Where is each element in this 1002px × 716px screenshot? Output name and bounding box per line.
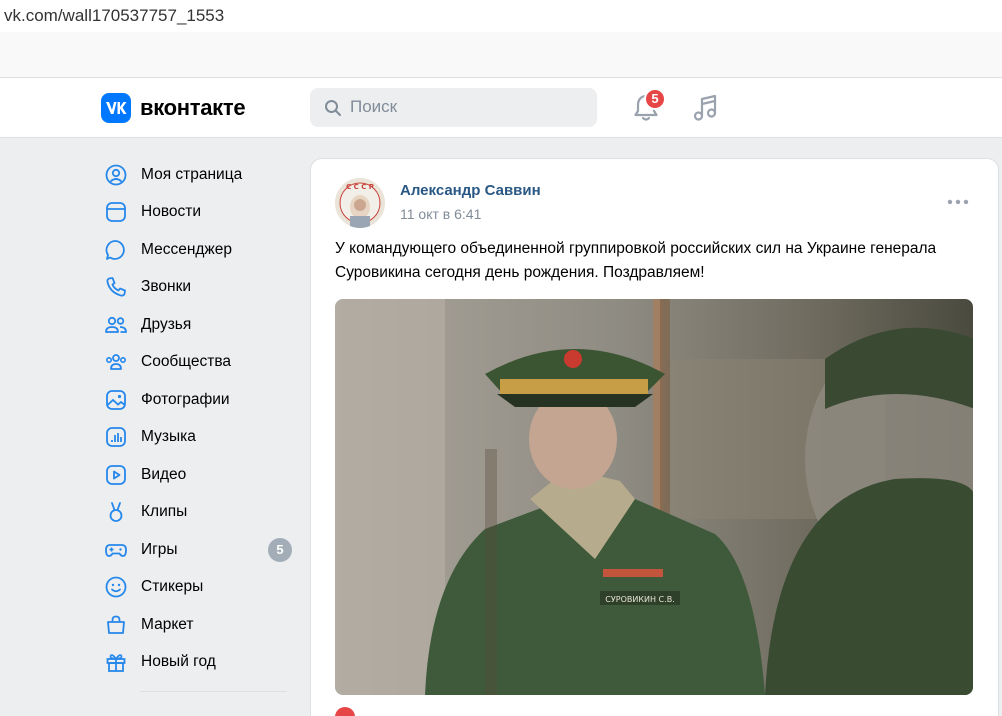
browser-toolbar-strip bbox=[0, 32, 1002, 78]
sidebar-item-label: Клипы bbox=[141, 503, 188, 521]
sidebar-item-market[interactable]: Маркет bbox=[100, 606, 290, 644]
browser-address-bar[interactable]: vk.com/wall170537757_1553 bbox=[0, 0, 1002, 32]
sidebar-item-label: Друзья bbox=[141, 315, 192, 333]
sidebar-item-news[interactable]: Новости bbox=[100, 194, 290, 232]
sidebar-item-label: Стикеры bbox=[141, 578, 204, 596]
gamepad-icon bbox=[105, 543, 127, 557]
notifications-badge: 5 bbox=[644, 88, 666, 110]
sidebar-item-label: Сообщества bbox=[141, 353, 232, 371]
sidebar-item-messenger[interactable]: Мессенджер bbox=[100, 231, 290, 269]
sidebar-item-label: Музыка bbox=[141, 428, 196, 446]
communities-icon bbox=[105, 354, 126, 371]
post-text: У командующего объединенной группировкой… bbox=[335, 240, 937, 281]
vk-logo[interactable]: вконтакте bbox=[101, 93, 246, 123]
sidebar-item-communities[interactable]: Сообщества bbox=[100, 344, 290, 382]
logo-text: вконтакте bbox=[140, 95, 246, 120]
sidebar-item-music[interactable]: Музыка bbox=[100, 419, 290, 457]
video-icon bbox=[106, 464, 126, 485]
more-options-icon[interactable] bbox=[945, 197, 971, 207]
sidebar-item-photos[interactable]: Фотографии bbox=[100, 381, 290, 419]
top-header: вконтакте 5 bbox=[0, 78, 1002, 138]
news-icon bbox=[106, 202, 126, 223]
sidebar-item-games[interactable]: Игры 5 bbox=[100, 531, 292, 569]
sidebar-divider bbox=[140, 691, 287, 692]
sidebar-item-video[interactable]: Видео bbox=[100, 456, 290, 494]
sidebar-item-label: Новый год bbox=[141, 653, 216, 671]
wall-post: С С С Р Александр Саввин 11 окт в 6:41 У… bbox=[310, 158, 999, 716]
sidebar-item-label: Фотографии bbox=[141, 390, 230, 408]
sidebar-item-my-page[interactable]: Моя страница bbox=[100, 156, 290, 194]
post-photo[interactable]: СУРОВИКИН С.В. bbox=[335, 299, 973, 695]
sidebar-item-label: Маркет bbox=[141, 615, 194, 633]
vk-logo-icon bbox=[101, 93, 131, 123]
search-box[interactable] bbox=[310, 88, 597, 127]
friends-icon bbox=[105, 316, 127, 333]
gift-icon bbox=[106, 654, 126, 673]
search-input[interactable] bbox=[350, 96, 580, 118]
uniform-nametag: СУРОВИКИН С.В. bbox=[605, 595, 674, 604]
avatar-letters: С С С Р bbox=[346, 183, 374, 191]
sticker-icon bbox=[105, 576, 127, 598]
music-player-icon[interactable] bbox=[690, 92, 720, 124]
music-icon bbox=[106, 427, 126, 448]
sidebar-item-label: Игры bbox=[141, 540, 178, 558]
sidebar-item-label: Новости bbox=[141, 203, 202, 221]
clips-icon bbox=[109, 502, 123, 523]
author-avatar[interactable]: С С С Р bbox=[335, 178, 385, 228]
sidebar-item-new-year[interactable]: Новый год bbox=[100, 644, 290, 682]
sidebar-item-label: Моя страница bbox=[141, 165, 243, 183]
search-icon bbox=[325, 100, 341, 116]
user-circle-icon bbox=[105, 164, 127, 186]
post-date[interactable]: 11 окт в 6:41 bbox=[400, 206, 481, 222]
messenger-icon bbox=[105, 239, 125, 260]
like-heart-icon[interactable] bbox=[335, 707, 355, 716]
sidebar-item-calls[interactable]: Звонки bbox=[100, 269, 290, 307]
phone-icon bbox=[106, 277, 126, 297]
sidebar-item-stickers[interactable]: Стикеры bbox=[100, 569, 290, 607]
left-sidebar: Моя страница Новости Мессенджер Звонки Д… bbox=[100, 156, 292, 692]
sidebar-item-clips[interactable]: Клипы bbox=[100, 494, 290, 532]
sidebar-item-label: Мессенджер bbox=[141, 240, 233, 258]
sidebar-item-friends[interactable]: Друзья bbox=[100, 306, 290, 344]
sidebar-item-label: Видео bbox=[141, 465, 187, 483]
post-author-name[interactable]: Александр Саввин bbox=[400, 182, 541, 199]
market-bag-icon bbox=[107, 615, 125, 634]
sidebar-item-label: Звонки bbox=[141, 278, 192, 296]
url-text[interactable]: vk.com/wall170537757_1553 bbox=[4, 6, 224, 26]
photos-icon bbox=[106, 389, 126, 410]
games-count-badge: 5 bbox=[268, 538, 292, 562]
